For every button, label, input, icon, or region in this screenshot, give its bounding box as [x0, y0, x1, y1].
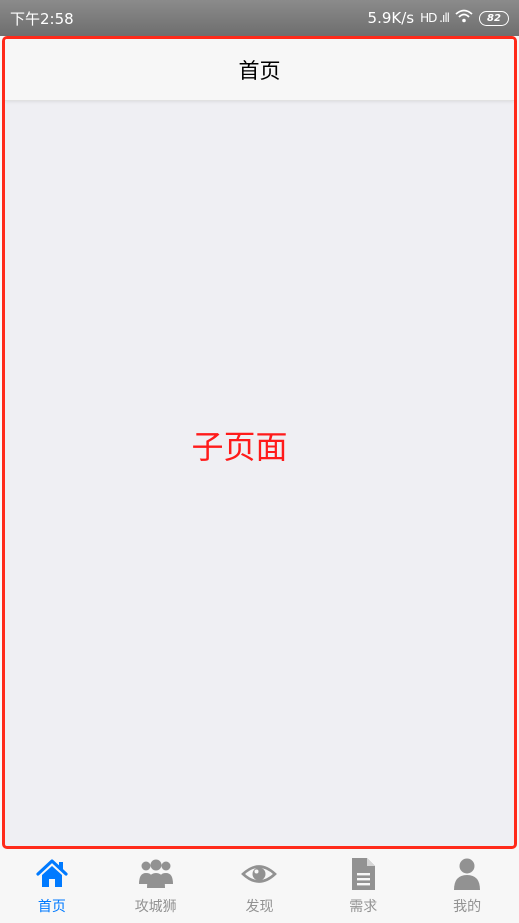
network-speed: 5.9K/s — [367, 9, 415, 27]
tab-label: 首页 — [37, 899, 66, 915]
signal-icon: HD .ıll — [420, 11, 450, 25]
tab-engineers[interactable]: 攻城狮 — [104, 850, 207, 923]
subpage-label: 子页面 — [191, 428, 288, 466]
nav-bar: 首页 — [5, 39, 514, 101]
status-bar: 下午2:58 5.9K/s HD .ıll 82 — [0, 0, 519, 36]
tab-label: 我的 — [453, 899, 482, 915]
tab-home[interactable]: 首页 — [0, 850, 103, 923]
tab-requirements[interactable]: 需求 — [312, 850, 415, 923]
tab-discover[interactable]: 发现 — [208, 850, 311, 923]
home-icon — [34, 856, 70, 892]
document-icon — [345, 856, 381, 892]
tab-bar: 首页 攻城狮 发现 需求 我的 — [0, 850, 519, 923]
status-time: 下午2:58 — [10, 9, 74, 28]
tab-label: 需求 — [349, 899, 378, 915]
eye-icon — [241, 856, 278, 892]
tab-me[interactable]: 我的 — [416, 850, 519, 923]
battery-icon: 82 — [479, 10, 509, 26]
tab-label: 发现 — [245, 899, 274, 915]
status-indicators: 5.9K/s HD .ıll 82 — [368, 9, 509, 27]
wifi-icon — [455, 9, 473, 27]
page-title: 首页 — [238, 58, 281, 83]
users-icon — [138, 856, 174, 892]
subpage-frame: 首页 子页面 — [2, 36, 517, 849]
user-icon — [449, 856, 485, 892]
tab-label: 攻城狮 — [134, 899, 177, 915]
